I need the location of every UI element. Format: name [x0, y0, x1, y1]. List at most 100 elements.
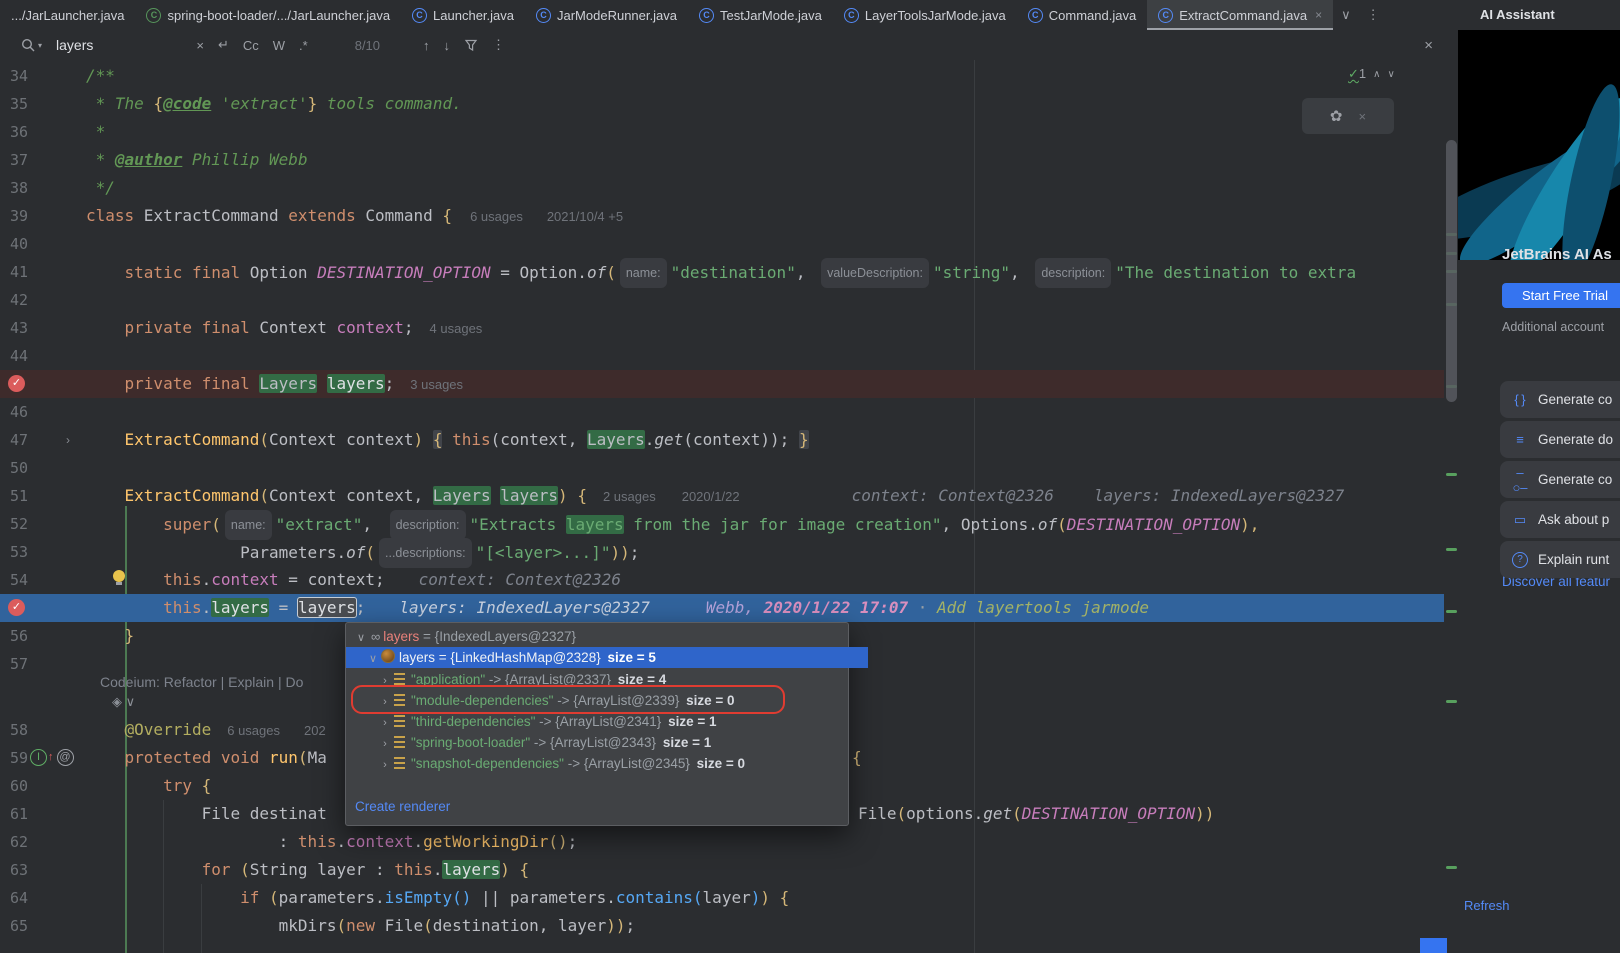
token: ExtractCommand: [125, 486, 260, 505]
tab-layertoolsjarmode-java[interactable]: CLayerToolsJarMode.java: [833, 0, 1017, 30]
code-line-62[interactable]: 62 : this.context.getWorkingDir();: [0, 828, 1444, 856]
code-line-64[interactable]: 64 if (parameters.isEmpty() || parameter…: [0, 884, 1444, 912]
code-line-41[interactable]: 41 static final Option DESTINATION_OPTIO…: [0, 258, 1444, 286]
codeium-icon[interactable]: ◈ ∨: [112, 694, 135, 710]
code-line-46[interactable]: 46: [0, 398, 1444, 426]
code-line-45[interactable]: ✓ private final Layers layers;3 usages: [0, 370, 1444, 398]
prev-problem-icon[interactable]: ∧: [1373, 69, 1380, 80]
hidden-tabs-chevron-icon[interactable]: ∨: [1333, 0, 1359, 30]
ai-card-generate-co[interactable]: ‒○‒Generate co: [1500, 461, 1620, 498]
newline-icon[interactable]: ↵: [211, 37, 236, 53]
ai-card-generate-co[interactable]: { }Generate co: [1500, 381, 1620, 418]
code-line-40[interactable]: 40: [0, 230, 1444, 258]
filter-icon[interactable]: [457, 38, 485, 52]
breakpoint-icon[interactable]: ✓: [8, 599, 25, 616]
next-problem-icon[interactable]: ∨: [1387, 69, 1394, 80]
code-line-42[interactable]: 42: [0, 286, 1444, 314]
token: (: [240, 860, 250, 879]
ai-card-explain-runt[interactable]: ?Explain runt: [1500, 541, 1620, 578]
close-tab-icon[interactable]: ×: [1315, 8, 1322, 22]
code-line-47[interactable]: 47› ExtractCommand(Context context) { th…: [0, 426, 1444, 454]
token: (: [693, 888, 703, 907]
code-line-38[interactable]: 38 */: [0, 174, 1444, 202]
match-case-toggle[interactable]: Cc: [236, 38, 266, 53]
code-line-50[interactable]: 50: [0, 454, 1444, 482]
chevron-icon[interactable]: ›: [378, 713, 392, 734]
token: .: [202, 570, 212, 589]
code-line-43[interactable]: 43 private final Context context;4 usage…: [0, 314, 1444, 342]
selected-value-row[interactable]: ∨layers = {LinkedHashMap@2328} size = 5: [346, 647, 868, 668]
chevron-icon[interactable]: ›: [378, 755, 392, 776]
line-number: 51: [10, 482, 50, 510]
code-line-52[interactable]: 52 super(name:"extract", description:"Ex…: [0, 510, 1444, 538]
code-line-53[interactable]: 53 Parameters.of(...descriptions:"[<laye…: [0, 538, 1444, 566]
token: "[<layer>...]": [476, 543, 611, 562]
intention-bulb-icon[interactable]: [113, 570, 125, 582]
chevron-icon[interactable]: ∨: [366, 649, 380, 670]
watch-row-layers[interactable]: ∨∞layers = {IndexedLayers@2327}: [346, 626, 856, 647]
regex-toggle[interactable]: .*: [292, 38, 315, 53]
tab-spring-boot-loader-jarlauncher-java[interactable]: Cspring-boot-loader/.../JarLauncher.java: [135, 0, 401, 30]
tab-launcher-java[interactable]: CLauncher.java: [401, 0, 525, 30]
code-line-51[interactable]: 51 ExtractCommand(Context context, Layer…: [0, 482, 1444, 510]
inspections-widget[interactable]: ✓1 ∧ ∨: [1348, 66, 1395, 82]
token: layers: [500, 486, 558, 505]
code-line-39[interactable]: 39class ExtractCommand extends Command {…: [0, 202, 1444, 230]
map-entry-row[interactable]: ›"third-dependencies" -> {ArrayList@2341…: [346, 711, 880, 732]
tab-testjarmode-java[interactable]: CTestJarMode.java: [688, 0, 833, 30]
codeium-hint[interactable]: Codeium: Refactor | Explain | Do: [100, 674, 303, 690]
floating-editor-toolbar: ✿ ×: [1302, 98, 1394, 134]
start-free-trial-button[interactable]: Start Free Trial: [1502, 283, 1620, 308]
token: Webb: [706, 598, 745, 617]
tab-options-icon[interactable]: ⋮: [1359, 0, 1388, 30]
code-line-65[interactable]: 65 mkDirs(new File(destination, layer));: [0, 912, 1444, 940]
token: layer: [703, 888, 751, 907]
code-line-63[interactable]: 63 for (String layer : this.layers) {: [0, 856, 1444, 884]
fold-marker-icon[interactable]: ›: [66, 426, 70, 454]
next-match-button[interactable]: ↓: [437, 38, 458, 53]
code-line-34[interactable]: 34/**: [0, 62, 1444, 90]
token: getWorkingDir: [423, 832, 548, 851]
search-options-icon[interactable]: ⋮: [485, 37, 512, 53]
previous-match-button[interactable]: ↑: [416, 38, 437, 53]
code-line-35[interactable]: 35 * The {@code 'extract'} tools command…: [0, 90, 1444, 118]
token: (): [452, 888, 471, 907]
code-line-54[interactable]: 54 this.context = context;context: Conte…: [0, 566, 1444, 594]
code-line-44[interactable]: 44: [0, 342, 1444, 370]
code-line-36[interactable]: 36 *: [0, 118, 1444, 146]
token: *: [86, 122, 105, 141]
map-entry-row[interactable]: ›"spring-boot-loader" -> {ArrayList@2343…: [346, 732, 880, 753]
tab--jarlauncher-java[interactable]: .../JarLauncher.java: [0, 0, 135, 30]
chevron-icon[interactable]: ›: [378, 734, 392, 755]
close-search-icon[interactable]: ×: [1417, 37, 1440, 54]
search-input[interactable]: layers: [56, 37, 93, 53]
create-renderer-link[interactable]: Create renderer: [355, 799, 450, 814]
tab-jarmoderunner-java[interactable]: CJarModeRunner.java: [525, 0, 688, 30]
code-line-55[interactable]: ✓ this.layers = layers;layers: IndexedLa…: [0, 594, 1444, 622]
clear-search-icon[interactable]: ×: [189, 38, 211, 53]
chevron-icon[interactable]: ∨: [354, 628, 368, 649]
ai-card-generate-do[interactable]: ≡Generate do: [1500, 421, 1620, 458]
line-number: 62: [10, 828, 50, 856]
close-toolbar-icon[interactable]: ×: [1358, 109, 1366, 124]
tab-extractcommand-java[interactable]: CExtractCommand.java×: [1147, 0, 1333, 30]
token: Context: [259, 318, 336, 337]
code-text: File destinat: [86, 800, 327, 828]
vertical-scrollbar[interactable]: [1446, 140, 1457, 402]
ai-refactor-icon[interactable]: ✿: [1330, 107, 1343, 125]
search-icon[interactable]: ▾: [20, 37, 42, 54]
refresh-link[interactable]: Refresh: [1464, 898, 1510, 913]
whole-words-toggle[interactable]: W: [266, 38, 292, 53]
token: {: [153, 94, 163, 113]
token: this: [298, 832, 337, 851]
tab-command-java[interactable]: CCommand.java: [1017, 0, 1147, 30]
overrides-method-icon[interactable]: I↑@: [30, 749, 74, 766]
ai-panel-heading: JetBrains AI As: [1502, 246, 1612, 263]
map-entry-row[interactable]: ›"snapshot-dependencies" -> {ArrayList@2…: [346, 753, 880, 774]
breakpoint-icon[interactable]: ✓: [8, 375, 25, 392]
code-text: protected void run(Ma: [86, 744, 327, 772]
token: 2 usages: [603, 489, 656, 504]
code-line-37[interactable]: 37 * @author Phillip Webb: [0, 146, 1444, 174]
ai-card-ask-about-p[interactable]: ▭Ask about p: [1500, 501, 1620, 538]
token: ): [500, 860, 510, 879]
